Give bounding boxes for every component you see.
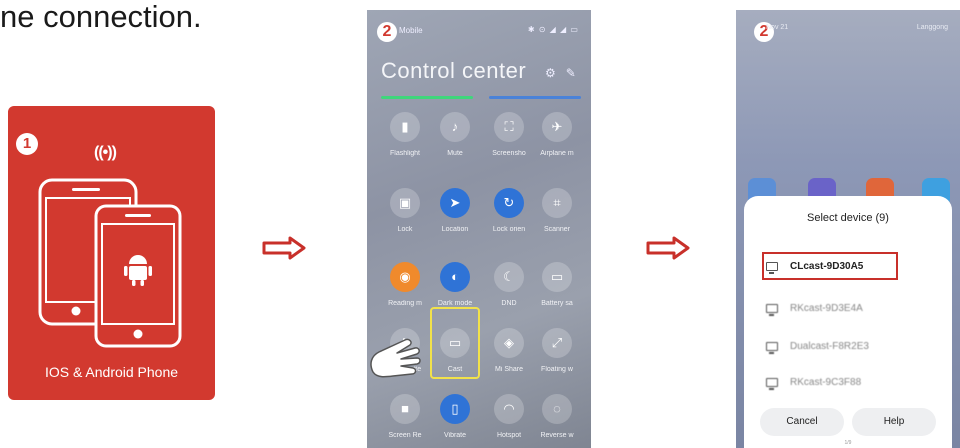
tile-floating-w[interactable]: ⤢ Floating w <box>529 328 585 373</box>
mi-share-icon: ◈ <box>494 328 524 358</box>
data-usage-bar <box>381 96 473 99</box>
tile-scanner[interactable]: ⌗ Scanner <box>529 188 585 233</box>
tile-label: Floating w <box>541 366 573 373</box>
step-number-badge: 1 <box>16 133 38 155</box>
monitor-icon <box>766 303 778 316</box>
battery-icon: ▭ <box>542 262 572 292</box>
floating-window-icon: ⤢ <box>542 328 572 358</box>
right-arrow-icon <box>646 236 690 260</box>
tile-label: Dark mode <box>437 300 473 307</box>
tile-label: Mute <box>447 150 463 157</box>
heading: ne connection. <box>0 0 202 34</box>
date-label: Nov 21 <box>766 24 789 31</box>
status-icons: ✱ ⊙ ◢ ◢ ▭ <box>527 25 579 34</box>
tile-label: Reading m <box>388 300 422 307</box>
tile-mute[interactable]: ♪ Mute <box>427 112 483 157</box>
cancel-button[interactable]: Cancel <box>760 408 844 436</box>
card-caption: IOS & Android Phone <box>44 364 179 380</box>
screen-record-icon: ■ <box>390 394 420 424</box>
hotspot-icon: ◠ <box>494 394 524 424</box>
screenshot-icon: ⛶ <box>494 112 524 142</box>
tile-label: Scanner <box>543 226 571 233</box>
eye-icon: ◉ <box>390 262 420 292</box>
tile-label: Location <box>441 226 469 233</box>
sheet-title: Select device (9) <box>807 212 889 224</box>
monitor-icon <box>766 341 778 354</box>
right-arrow-icon <box>262 236 306 260</box>
airplane-icon: ✈ <box>542 112 572 142</box>
device-item[interactable]: Dualcast-F8R2E3 <box>766 336 869 356</box>
phone-card: 1 ((•)) IOS & Android Phone <box>8 106 215 400</box>
tile-reading-m[interactable]: ◉ Reading m <box>377 262 433 307</box>
monitor-icon <box>766 377 778 390</box>
control-center-screen: 2 Mobile ✱ ⊙ ◢ ◢ ▭ Control center ⚙✎ ▮ Fl… <box>367 10 591 448</box>
flashlight-icon: ▮ <box>390 112 420 142</box>
tile-label: Flashlight <box>390 150 420 157</box>
brightness-bar <box>489 96 581 99</box>
rotation-lock-icon: ↻ <box>494 188 524 218</box>
tile-airplane-m[interactable]: ✈ Airplane m <box>529 112 585 157</box>
tile-reverse-w[interactable]: ◌ Reverse w <box>529 394 585 439</box>
tile-screen-re[interactable]: ■ Screen Re <box>377 394 433 439</box>
lock-icon: ▣ <box>390 188 420 218</box>
hand-pointer-icon <box>370 338 421 378</box>
dark-mode-icon: ◐ <box>440 262 470 292</box>
select-device-sheet: Select device (9) CLcast-9D30A5 RKcast-9… <box>744 196 952 448</box>
tile-vibrate[interactable]: ▯ Vibrate <box>427 394 483 439</box>
bell-icon: ♪ <box>440 112 470 142</box>
tile-label: Screen Re <box>388 432 422 439</box>
device-item[interactable]: RKcast-9D3E4A <box>766 298 863 318</box>
control-center-title: Control center <box>381 58 527 83</box>
tile-label: Reverse w <box>540 432 574 439</box>
vibrate-icon: ▯ <box>440 394 470 424</box>
edit-icon[interactable]: ✎ <box>566 66 586 80</box>
tile-battery-sa[interactable]: ▭ Battery sa <box>529 262 585 307</box>
cast-highlight-box <box>430 307 480 379</box>
settings-icon[interactable]: ⚙ <box>545 66 566 80</box>
tile-location[interactable]: ➤ Location <box>427 188 483 233</box>
tile-dark-mode[interactable]: ◐ Dark mode <box>427 262 483 307</box>
carrier-label: Mobile <box>399 26 423 35</box>
help-button[interactable]: Help <box>852 408 936 436</box>
device-highlight-box <box>762 252 898 280</box>
scanner-icon: ⌗ <box>542 188 572 218</box>
tile-label: Vibrate <box>443 432 467 439</box>
tile-flashlight[interactable]: ▮ Flashlight <box>377 112 433 157</box>
moon-icon: ☾ <box>494 262 524 292</box>
location-icon: ➤ <box>440 188 470 218</box>
reverse-wireless-icon: ◌ <box>542 394 572 424</box>
tile-label: Battery sa <box>541 300 573 307</box>
tile-label: Airplane m <box>540 150 574 157</box>
wireless-signal-icon: ((•)) <box>94 144 117 161</box>
tile-label: Lock <box>397 226 413 233</box>
page-indicator: 1/9 <box>844 440 852 446</box>
tile-lock[interactable]: ▣ Lock <box>377 188 433 233</box>
location-label: Langgong <box>916 24 948 31</box>
device-item[interactable]: RKcast-9C3F88 <box>766 372 861 392</box>
step-number-badge: 2 <box>377 22 397 42</box>
select-device-screen: 2 Nov 21 Langgong Select device (9) CLca… <box>736 10 960 448</box>
